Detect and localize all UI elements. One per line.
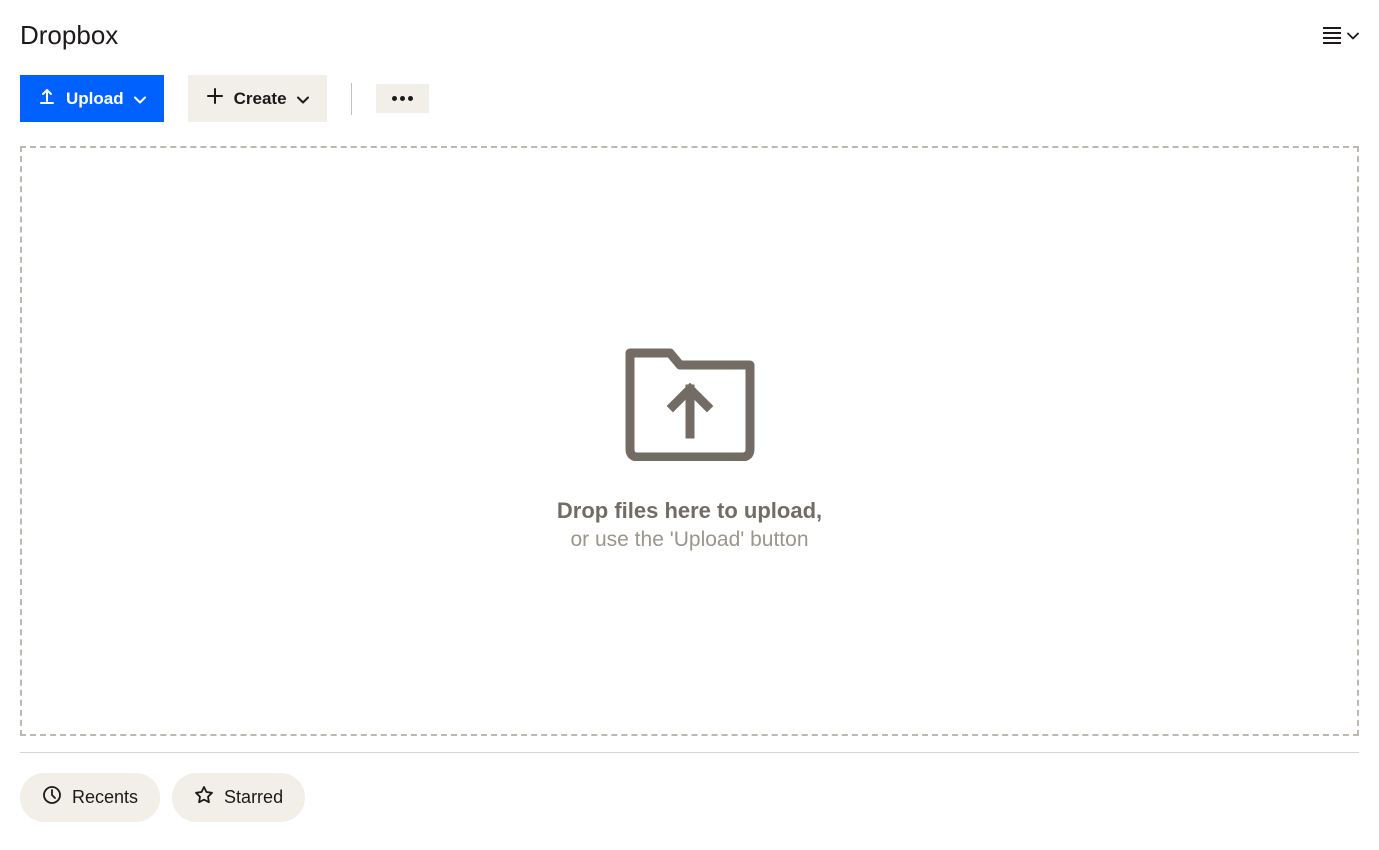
create-button-label: Create — [234, 89, 287, 109]
recents-chip[interactable]: Recents — [20, 773, 160, 822]
section-divider — [20, 752, 1359, 753]
upload-button[interactable]: Upload — [20, 75, 164, 122]
chevron-down-icon — [297, 89, 309, 109]
upload-button-label: Upload — [66, 89, 124, 109]
ellipsis-icon — [392, 96, 413, 101]
dropzone-secondary-text: or use the 'Upload' button — [570, 528, 808, 552]
dropzone-primary-text: Drop files here to upload, — [557, 498, 822, 524]
more-actions-button[interactable] — [376, 84, 429, 113]
recents-chip-label: Recents — [72, 787, 138, 808]
header: Dropbox — [20, 20, 1359, 51]
chevron-down-icon — [134, 89, 146, 109]
clock-icon — [42, 785, 62, 810]
upload-icon — [38, 87, 56, 110]
list-view-icon — [1323, 27, 1341, 44]
chevron-down-icon — [1347, 30, 1359, 42]
page-title: Dropbox — [20, 20, 118, 51]
file-dropzone[interactable]: Drop files here to upload, or use the 'U… — [20, 146, 1359, 736]
create-button[interactable]: Create — [188, 75, 327, 122]
folder-upload-icon — [615, 331, 765, 466]
filter-chips: Recents Starred — [20, 773, 1359, 822]
toolbar: Upload Create — [20, 75, 1359, 122]
toolbar-divider — [351, 83, 352, 115]
starred-chip-label: Starred — [224, 787, 283, 808]
view-toggle[interactable] — [1323, 27, 1359, 44]
plus-icon — [206, 87, 224, 110]
star-icon — [194, 785, 214, 810]
starred-chip[interactable]: Starred — [172, 773, 305, 822]
